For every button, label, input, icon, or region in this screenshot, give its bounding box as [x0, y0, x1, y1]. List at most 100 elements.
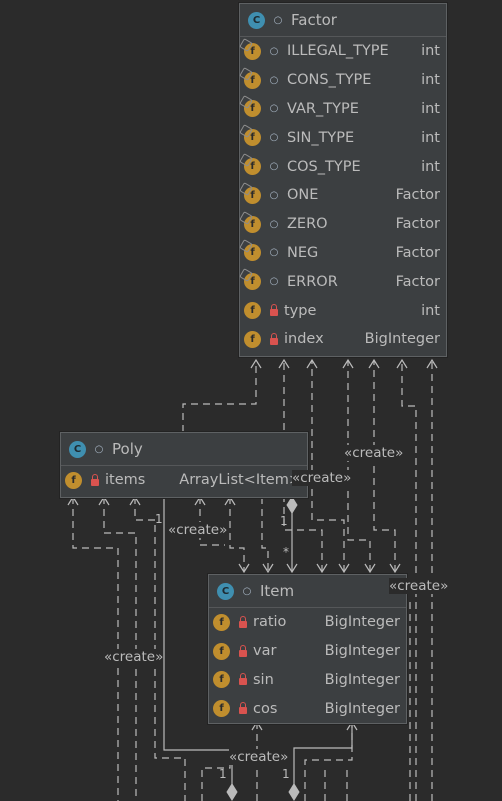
- field-name: index: [284, 331, 324, 348]
- package-visibility-icon: ○: [269, 189, 279, 201]
- field-name: var: [253, 643, 277, 660]
- class-item[interactable]: C ○ Item f ratio BigInteger f var BigInteger f…: [208, 574, 407, 724]
- multiplicity-label: 1: [219, 767, 227, 781]
- field-icon: f: [244, 330, 261, 348]
- class-header-factor[interactable]: C ○ Factor: [240, 4, 446, 37]
- multiplicity-label: *: [283, 545, 289, 559]
- static-field-icon: f: [244, 158, 261, 176]
- field-list: f ratio BigInteger f var BigInteger f sin BigInt…: [209, 608, 406, 723]
- composition-diamond: [288, 783, 300, 801]
- field-name: ONE: [287, 187, 319, 204]
- field-name: CONS_TYPE: [287, 72, 372, 89]
- field-row[interactable]: f ○ SIN_TYPE int: [240, 123, 446, 152]
- field-row[interactable]: f ○ VAR_TYPE int: [240, 95, 446, 124]
- field-type: int: [421, 100, 440, 117]
- private-lock-icon: [239, 644, 247, 657]
- field-icon: f: [213, 613, 230, 631]
- field-row[interactable]: f type int: [240, 296, 446, 325]
- field-name: type: [284, 302, 317, 319]
- field-row[interactable]: f ratio BigInteger: [209, 608, 406, 637]
- class-header-poly[interactable]: C ○ Poly: [61, 433, 307, 466]
- field-row[interactable]: f ○ ILLEGAL_TYPE int: [240, 37, 446, 66]
- field-name: ILLEGAL_TYPE: [287, 43, 389, 60]
- create-label: «create»: [104, 649, 164, 665]
- composition-diamond: [286, 496, 298, 514]
- package-visibility-icon: ○: [94, 443, 104, 455]
- composition-item-bottom: [293, 722, 353, 785]
- field-type: int: [421, 43, 440, 60]
- field-row[interactable]: f ○ ERROR Factor: [240, 267, 446, 296]
- static-field-icon: f: [244, 273, 261, 291]
- field-row[interactable]: f cos BigInteger: [209, 694, 406, 723]
- field-name: ZERO: [287, 216, 328, 233]
- field-type: BigInteger: [364, 331, 440, 348]
- package-visibility-icon: ○: [269, 132, 279, 144]
- field-type: Factor: [395, 187, 440, 204]
- field-name: SIN_TYPE: [287, 129, 355, 146]
- class-name: Factor: [291, 11, 337, 29]
- package-visibility-icon: ○: [269, 161, 279, 173]
- field-name: NEG: [287, 244, 319, 261]
- private-lock-icon: [239, 615, 247, 628]
- dependency-bottom-item-3: [304, 722, 353, 801]
- field-icon: f: [213, 671, 230, 689]
- composition-diamond: [226, 783, 238, 801]
- field-type: BigInteger: [324, 614, 400, 631]
- field-type: Factor: [395, 216, 440, 233]
- dependency-poly-factor: [182, 360, 257, 432]
- dependency-poly-item: [261, 497, 269, 572]
- field-row[interactable]: f ○ CONS_TYPE int: [240, 66, 446, 95]
- field-list: f ○ ILLEGAL_TYPE int f ○ CONS_TYPE int f ○ VAR_TYP…: [240, 37, 446, 354]
- field-name: cos: [253, 700, 278, 717]
- field-type: int: [421, 72, 440, 89]
- package-visibility-icon: ○: [269, 74, 279, 86]
- static-field-icon: f: [244, 42, 261, 60]
- field-name: COS_TYPE: [287, 158, 361, 175]
- field-icon: f: [244, 302, 261, 320]
- dependency-bottom-lines: [324, 765, 348, 801]
- static-field-icon: f: [244, 186, 261, 204]
- class-icon: C: [69, 440, 86, 458]
- class-poly[interactable]: C ○ Poly f items ArrayList<Item>: [60, 432, 308, 498]
- package-visibility-icon: ○: [269, 247, 279, 259]
- create-label: «create»: [168, 522, 228, 538]
- field-row[interactable]: f index BigInteger: [240, 325, 446, 354]
- field-name: ERROR: [287, 273, 338, 290]
- create-label: «create»: [229, 749, 289, 765]
- field-name: items: [105, 472, 146, 489]
- field-icon: f: [213, 642, 230, 660]
- private-lock-icon: [270, 304, 278, 317]
- field-name: VAR_TYPE: [287, 100, 359, 117]
- private-lock-icon: [239, 702, 247, 715]
- class-icon: C: [217, 582, 234, 600]
- field-icon: f: [65, 471, 82, 489]
- field-row[interactable]: f ○ NEG Factor: [240, 239, 446, 268]
- field-row[interactable]: f ○ COS_TYPE int: [240, 152, 446, 181]
- field-row[interactable]: f items ArrayList<Item>: [61, 466, 307, 495]
- static-field-icon: f: [244, 71, 261, 89]
- class-factor[interactable]: C ○ Factor f ○ ILLEGAL_TYPE int f ○ CONS_TYPE i…: [239, 3, 447, 357]
- package-visibility-icon: ○: [242, 585, 252, 597]
- dependency-item-factor-4: [373, 360, 396, 572]
- dependency-item-factor-3: [347, 360, 371, 572]
- dependency-poly-create-2: [229, 497, 245, 572]
- field-type: ArrayList<Item>: [179, 472, 301, 489]
- class-name: Poly: [112, 440, 143, 458]
- private-lock-icon: [239, 673, 247, 686]
- static-field-icon: f: [244, 215, 261, 233]
- field-row[interactable]: f var BigInteger: [209, 637, 406, 666]
- field-row[interactable]: f ○ ZERO Factor: [240, 210, 446, 239]
- field-type: BigInteger: [324, 671, 400, 688]
- create-label: «create»: [344, 445, 404, 461]
- field-row[interactable]: f sin BigInteger: [209, 666, 406, 695]
- class-header-item[interactable]: C ○ Item: [209, 575, 406, 608]
- package-visibility-icon: ○: [269, 103, 279, 115]
- field-row[interactable]: f ○ ONE Factor: [240, 181, 446, 210]
- package-visibility-icon: ○: [269, 45, 279, 57]
- package-visibility-icon: ○: [273, 14, 283, 26]
- private-lock-icon: [270, 332, 278, 345]
- multiplicity-label: 1: [155, 512, 163, 526]
- static-field-icon: f: [244, 100, 261, 118]
- static-field-icon: f: [244, 244, 261, 262]
- field-name: sin: [253, 671, 274, 688]
